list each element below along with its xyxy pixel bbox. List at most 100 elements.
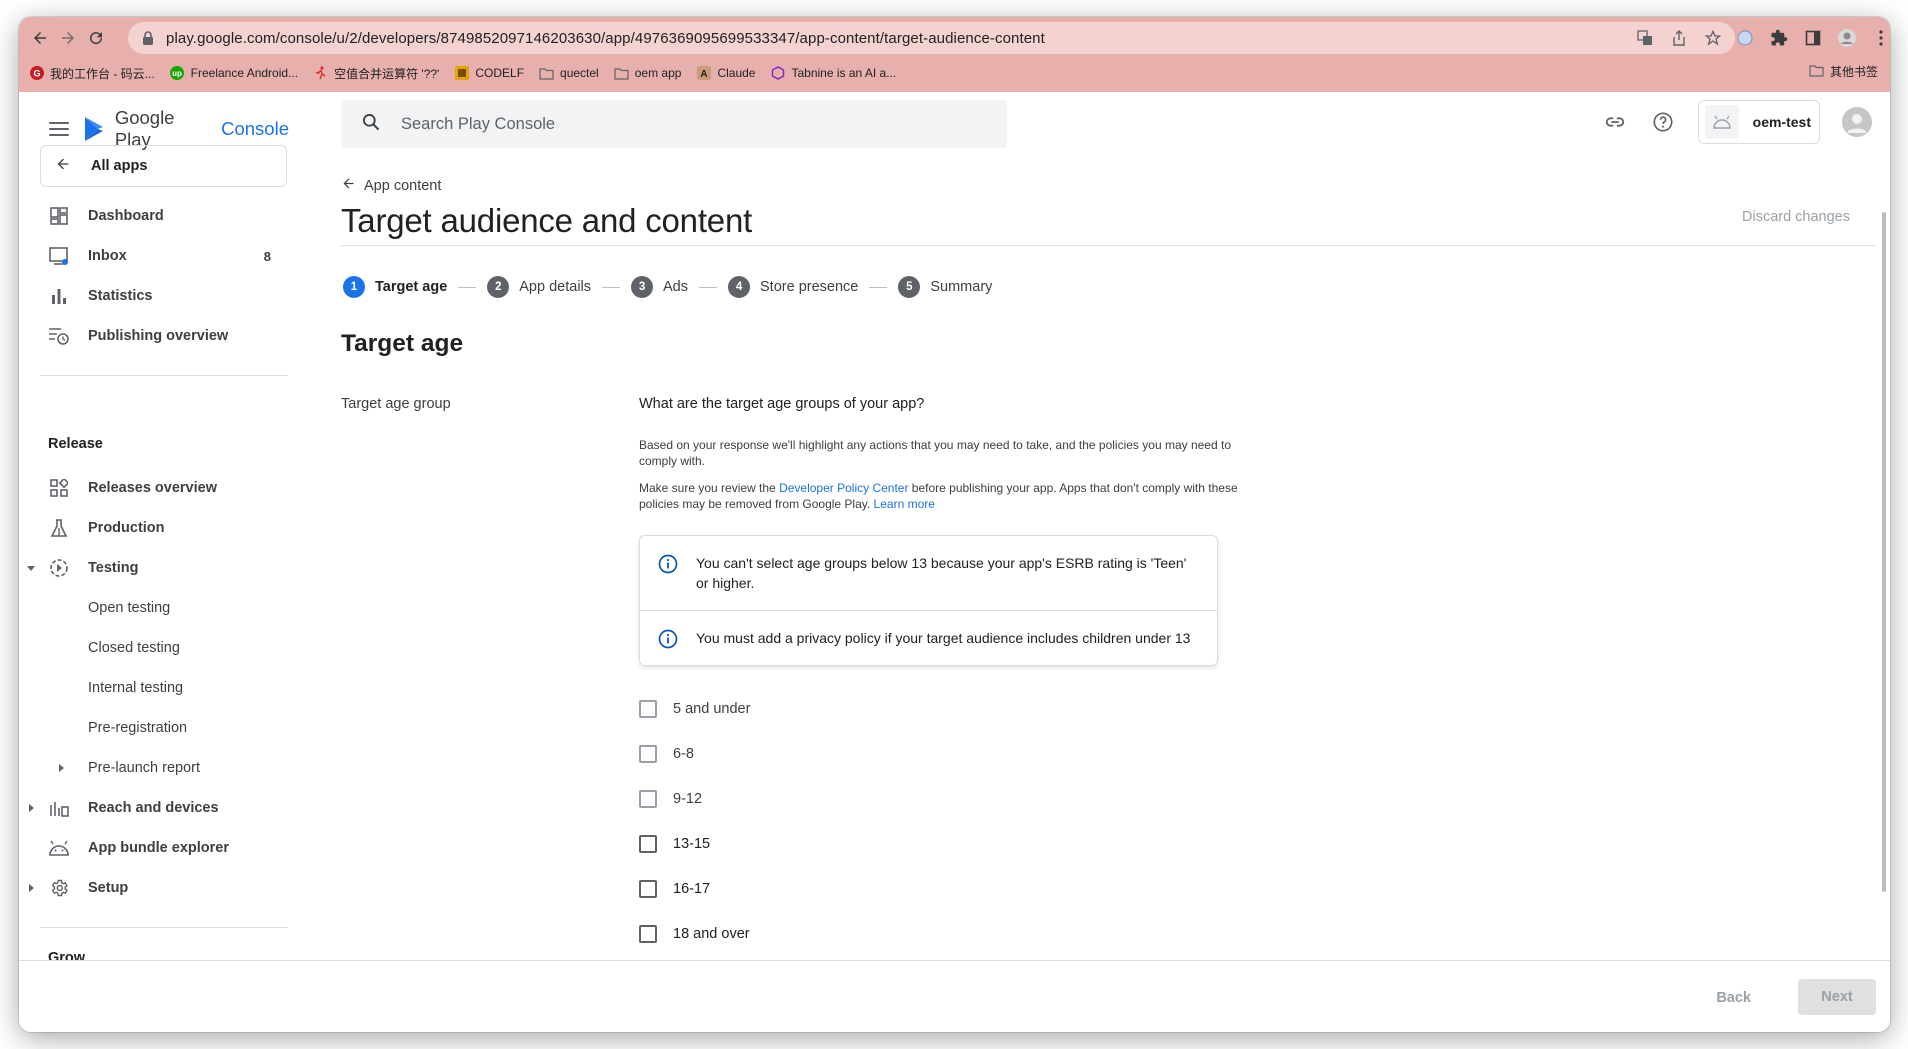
puzzle-icon[interactable] [1768,27,1790,49]
account-name: oem-test [1752,114,1811,130]
sidebar-item-inbox[interactable]: Inbox 8 [19,241,289,271]
chevron-right-icon[interactable] [25,882,37,894]
menu-icon[interactable] [49,122,69,136]
sidebar-item-pre-registration[interactable]: Pre-registration [19,713,289,743]
share-icon[interactable] [1669,28,1689,48]
sidebar-item-setup[interactable]: Setup [19,873,289,903]
age-checkbox-16-17[interactable]: 16-17 [639,866,750,911]
bookmark-3[interactable]: CODELF [454,63,524,83]
checkbox[interactable] [639,744,657,763]
forward-arrow-icon[interactable] [55,25,81,51]
sidebar-item-dashboard[interactable]: Dashboard [19,201,289,231]
reload-icon[interactable] [83,25,109,51]
sidebar-item-statistics[interactable]: Statistics [19,281,289,311]
flask-icon [48,517,70,539]
sidebar-item-open-testing[interactable]: Open testing [19,593,289,623]
sidebar-item-testing[interactable]: Testing [19,553,289,583]
bookmark-0[interactable]: G 我的工作台 - 码云... [29,63,155,83]
checkbox[interactable] [639,789,657,808]
developer-policy-center-link[interactable]: Developer Policy Center [779,481,908,495]
sidebar-item-label: Releases overview [88,480,217,496]
folder-icon [539,66,554,81]
age-checkbox-13-15[interactable]: 13-15 [639,821,750,866]
bookmark-label: Tabnine is an AI a... [791,66,897,80]
checkbox[interactable] [639,879,657,898]
step-store-presence[interactable]: 4 Store presence [728,276,858,298]
step-connector [869,286,888,288]
avatar[interactable] [1842,107,1872,137]
chevron-down-icon[interactable] [25,562,37,574]
sidebar-divider [40,375,288,376]
help-icon[interactable] [1650,109,1676,135]
back-button[interactable]: Back [1702,981,1765,1015]
next-button[interactable]: Next [1798,979,1876,1015]
step-label: App details [519,279,592,295]
age-checkbox-5-and-under[interactable]: 5 and under [639,686,750,731]
info-notice-text: You must add a privacy policy if your ta… [696,630,1191,646]
step-number: 1 [343,276,365,298]
bookmark-label: oem app [634,66,682,80]
translate-icon[interactable] [1635,28,1655,48]
address-bar[interactable]: play.google.com/console/u/2/developers/8… [128,22,1735,54]
checkbox-label: 5 and under [673,700,751,717]
checkbox[interactable] [639,699,657,718]
profile-icon[interactable] [1836,27,1858,49]
age-checkbox-6-8[interactable]: 6-8 [639,731,750,776]
sidebar-item-reach-and-devices[interactable]: Reach and devices [19,793,289,823]
scrollbar[interactable] [1882,212,1886,892]
extension-a-icon[interactable] [1734,27,1756,49]
sidebar-item-app-bundle-explorer[interactable]: App bundle explorer [19,833,289,863]
bookmark-1[interactable]: up Freelance Android... [170,63,298,83]
link-icon[interactable] [1602,109,1628,135]
sidebar-item-publishing-overview[interactable]: Publishing overview [19,321,289,351]
sidebar-item-closed-testing[interactable]: Closed testing [19,633,289,663]
sidebar-item-pre-launch-report[interactable]: Pre-launch report [19,753,289,783]
age-checkbox-18-and-over[interactable]: 18 and over [639,911,750,956]
browser-toolbar: play.google.com/console/u/2/developers/8… [19,17,1890,92]
bookmark-4[interactable]: quectel [539,63,599,83]
checkbox[interactable] [639,924,657,943]
main-content: App content Target audience and content … [341,152,1890,960]
sidebar-item-label: Reach and devices [88,800,219,816]
checkbox[interactable] [639,834,657,853]
step-label: Target age [375,279,448,295]
question-text: What are the target age groups of your a… [639,396,925,412]
sidebar-item-internal-testing[interactable]: Internal testing [19,673,289,703]
step-summary[interactable]: 5 Summary [898,276,992,298]
account-switcher[interactable]: oem-test [1697,100,1820,144]
checkbox-label: 16-17 [673,880,711,897]
other-bookmarks[interactable]: 其他书签 [1809,63,1878,80]
sidepanel-icon[interactable] [1802,27,1824,49]
browser-window: play.google.com/console/u/2/developers/8… [19,17,1890,1032]
sidebar-item-label: Setup [88,880,129,896]
step-target-age[interactable]: 1 Target age [343,276,447,298]
search-bar[interactable]: Search Play Console [341,100,1007,148]
star-icon[interactable] [1703,28,1723,48]
chevron-right-icon[interactable] [55,762,67,774]
step-ads[interactable]: 3 Ads [631,276,688,298]
title-divider [341,245,1876,246]
breadcrumb-label: App content [364,177,442,194]
sidebar-item-production[interactable]: Production [19,513,289,543]
arrow-back-icon [341,176,356,195]
android-icon [1704,105,1739,139]
back-arrow-icon[interactable] [27,25,53,51]
discard-changes-button[interactable]: Discard changes [1742,209,1850,225]
age-checkbox-9-12[interactable]: 9-12 [639,776,750,821]
bookmark-2[interactable]: 空值合并运算符 '??' [313,63,439,83]
all-apps-button[interactable]: All apps [40,145,287,187]
search-icon [361,112,381,137]
breadcrumb[interactable]: App content [341,176,441,195]
step-app-details[interactable]: 2 App details [487,276,591,298]
learn-more-link[interactable]: Learn more [874,497,935,511]
sidebar-item-releases-overview[interactable]: Releases overview [19,473,289,503]
bookmark-7[interactable]: Tabnine is an AI a... [770,63,896,83]
bookmark-label: Freelance Android... [190,66,299,80]
checkbox-label: 18 and over [673,925,750,942]
chevron-right-icon[interactable] [25,802,37,814]
field-label: Target age group [341,396,451,412]
play-console-app: Google Play Console All apps Dashboard I… [19,92,1890,1032]
bookmark-6[interactable]: A Claude [696,63,755,83]
bookmark-5[interactable]: oem app [614,63,682,83]
more-vert-icon[interactable] [1870,27,1890,49]
